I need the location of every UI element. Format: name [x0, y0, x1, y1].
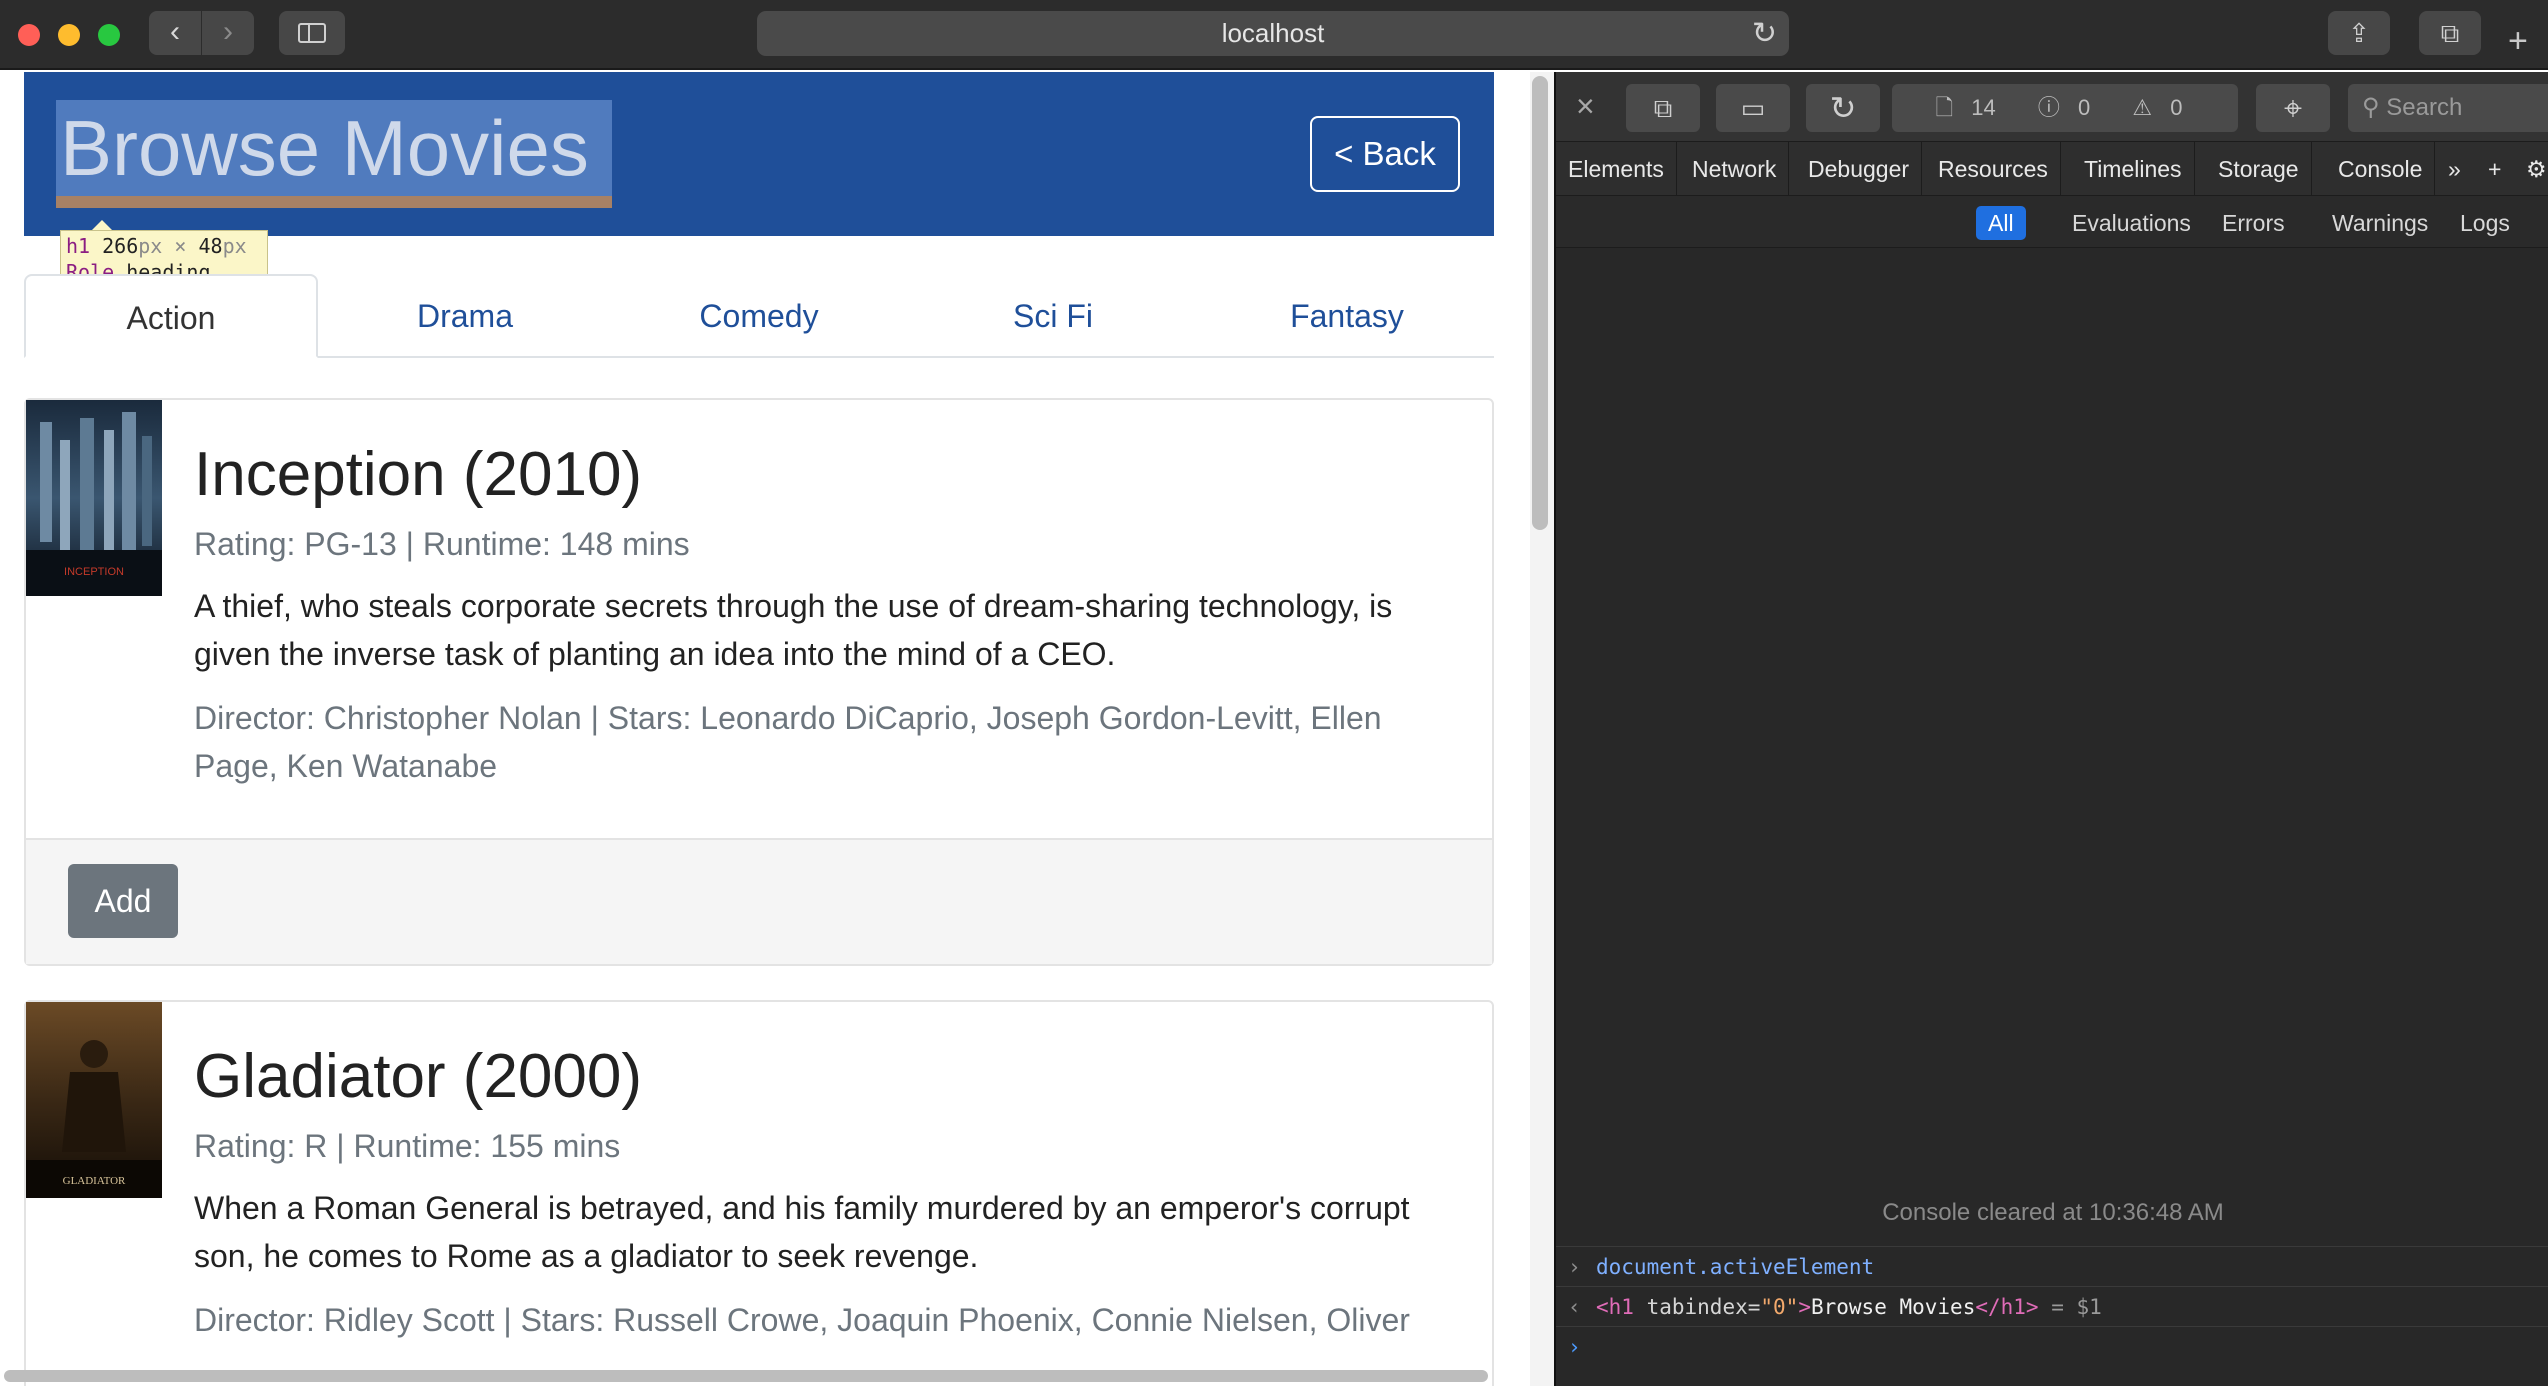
movie-credits: Director: Ridley Scott | Stars: Russell … — [194, 1302, 1410, 1338]
tab-debugger[interactable]: Debugger — [1796, 142, 1923, 196]
zoom-window-button[interactable] — [98, 24, 120, 46]
result-close-bracket: > — [1798, 1295, 1811, 1319]
card-footer: Add — [26, 838, 1492, 964]
add-tab-icon[interactable]: + — [2476, 142, 2513, 196]
warning-count-value: 0 — [2170, 95, 2183, 120]
page-title: Browse Movies — [60, 104, 589, 192]
result-attr-value: "0" — [1760, 1295, 1799, 1319]
tab-sci-fi[interactable]: Sci Fi — [906, 274, 1200, 358]
console-command: document.activeElement — [1596, 1255, 1875, 1279]
tooltip-unit: px — [138, 234, 163, 258]
movie-card: GLADIATOR Gladiator (2000) Rating: R | R… — [24, 1000, 1494, 1386]
back-button[interactable]: < Back — [1310, 116, 1460, 192]
reload-page-icon[interactable]: ↻ — [1806, 84, 1880, 132]
element-picker-icon[interactable]: ⌖ — [2256, 84, 2330, 132]
close-icon[interactable]: × — [1576, 88, 1595, 125]
input-prompt-icon: › — [1568, 1255, 1581, 1279]
tab-console[interactable]: Console — [2326, 142, 2436, 196]
filter-errors[interactable]: Errors — [2210, 206, 2297, 240]
tab-fantasy[interactable]: Fantasy — [1200, 274, 1494, 358]
tooltip-unit-2: px — [222, 234, 247, 258]
resource-counts[interactable]: 🗋 14 ⓘ 0 ⚠ 0 — [1892, 84, 2238, 132]
url-text: localhost — [1221, 18, 1325, 48]
resource-count-value: 14 — [1971, 95, 1996, 120]
page-header: Browse Movies < Back — [24, 72, 1494, 236]
genre-tabs: Action Drama Comedy Sci Fi Fantasy — [24, 274, 1494, 358]
console-filters: All Evaluations Errors Warnings Logs — [1556, 196, 2548, 248]
console-prompt-line[interactable]: › — [1556, 1326, 2548, 1366]
filter-warnings[interactable]: Warnings — [2320, 206, 2440, 240]
share-icon[interactable]: ⇪ — [2328, 11, 2390, 55]
forward-icon[interactable]: › — [202, 11, 254, 55]
sidebar-toggle-icon[interactable] — [279, 11, 345, 55]
movie-description: A thief, who steals corporate secrets th… — [194, 588, 1393, 672]
console-output-line: ‹ <h1 tabindex="0">Browse Movies</h1> = … — [1556, 1286, 2548, 1326]
tooltip-height: 48 — [198, 234, 223, 258]
filter-all[interactable]: All — [1976, 206, 2026, 240]
movie-title: Inception (2010) — [194, 440, 643, 509]
filter-evaluations[interactable]: Evaluations — [2060, 206, 2203, 240]
vertical-scrollbar[interactable] — [1532, 76, 1548, 530]
result-attr-name: tabindex= — [1646, 1295, 1761, 1319]
console-cleared-message: Console cleared at 10:36:48 AM — [1882, 1199, 2224, 1226]
movie-credits: Director: Christopher Nolan | Stars: Leo… — [194, 700, 1382, 784]
back-icon[interactable]: ‹ — [149, 11, 201, 55]
horizontal-scrollbar[interactable] — [4, 1370, 1488, 1382]
tab-timelines[interactable]: Timelines — [2072, 142, 2195, 196]
new-tab-icon[interactable]: + — [2508, 24, 2528, 58]
tooltip-tag: h1 — [66, 234, 91, 258]
search-field[interactable]: ⚲ Search — [2348, 84, 2548, 132]
search-placeholder: Search — [2386, 94, 2463, 121]
minimize-window-button[interactable] — [58, 24, 80, 46]
result-text: Browse Movies — [1810, 1295, 1976, 1319]
poster-title-text: GLADIATOR — [63, 1175, 126, 1187]
movie-meta: Rating: PG-13 | Runtime: 148 mins — [194, 526, 690, 562]
tab-resources[interactable]: Resources — [1926, 142, 2061, 196]
error-count-value: 0 — [2078, 95, 2091, 120]
inspector-toolbar: × ⧉ ▭ ↻ 🗋 14 ⓘ 0 ⚠ 0 ⌖ ⚲ Search — [1556, 72, 2548, 142]
filter-logs[interactable]: Logs — [2448, 206, 2522, 240]
tab-overview-icon[interactable]: ⧉ — [2419, 11, 2481, 55]
console-result[interactable]: <h1 tabindex="0">Browse Movies</h1> = $1 — [1596, 1287, 2102, 1327]
output-arrow-icon: ‹ — [1568, 1295, 1581, 1319]
movie-title: Gladiator (2000) — [194, 1042, 643, 1111]
tooltip-times: × — [174, 234, 187, 258]
web-page: Browse Movies < Back h1 266px × 48px Rol… — [0, 72, 1530, 1386]
tab-network[interactable]: Network — [1680, 142, 1790, 196]
dock-bottom-icon[interactable]: ▭ — [1716, 84, 1790, 132]
reload-icon[interactable]: ↻ — [1752, 11, 1777, 56]
add-button[interactable]: Add — [68, 864, 178, 938]
poster-title-text: INCEPTION — [64, 566, 124, 578]
settings-gear-icon[interactable]: ⚙ — [2514, 142, 2548, 196]
result-open-tag: <h1 — [1596, 1295, 1634, 1319]
inspector-tabs: Elements Network Debugger Resources Time… — [1556, 142, 2548, 196]
tab-action[interactable]: Action — [24, 274, 318, 358]
tab-storage[interactable]: Storage — [2206, 142, 2312, 196]
web-inspector: × ⧉ ▭ ↻ 🗋 14 ⓘ 0 ⚠ 0 ⌖ ⚲ Search Elements… — [1554, 72, 2548, 1386]
tooltip-arrow — [92, 220, 112, 230]
console-prompt-icon: › — [1568, 1335, 1581, 1359]
result-ref: = $1 — [2051, 1295, 2102, 1319]
resource-count: 🗋 14 — [1935, 95, 1996, 120]
warning-count: ⚠ 0 — [2132, 95, 2183, 120]
result-end-tag: </h1> — [1975, 1295, 2039, 1319]
movie-description: When a Roman General is betrayed, and hi… — [194, 1190, 1410, 1274]
close-window-button[interactable] — [18, 24, 40, 46]
movie-card: INCEPTION Inception (2010) Rating: PG-13… — [24, 398, 1494, 966]
poster-image: INCEPTION — [26, 400, 162, 596]
tooltip-width: 266 — [102, 234, 139, 258]
tab-elements[interactable]: Elements — [1556, 142, 1677, 196]
tab-drama[interactable]: Drama — [318, 274, 612, 358]
error-count: ⓘ 0 — [2037, 95, 2091, 120]
console-input-line: › document.activeElement — [1556, 1246, 2548, 1286]
address-bar[interactable]: localhost ↻ — [757, 11, 1789, 56]
poster-image: GLADIATOR — [26, 1002, 162, 1198]
tab-comedy[interactable]: Comedy — [612, 274, 906, 358]
movie-meta: Rating: R | Runtime: 155 mins — [194, 1128, 621, 1164]
browser-titlebar: ‹ › localhost ↻ ⇪ ⧉ + — [0, 0, 2548, 70]
undock-icon[interactable]: ⧉ — [1626, 84, 1700, 132]
more-tabs-icon[interactable]: » — [2436, 142, 2473, 196]
